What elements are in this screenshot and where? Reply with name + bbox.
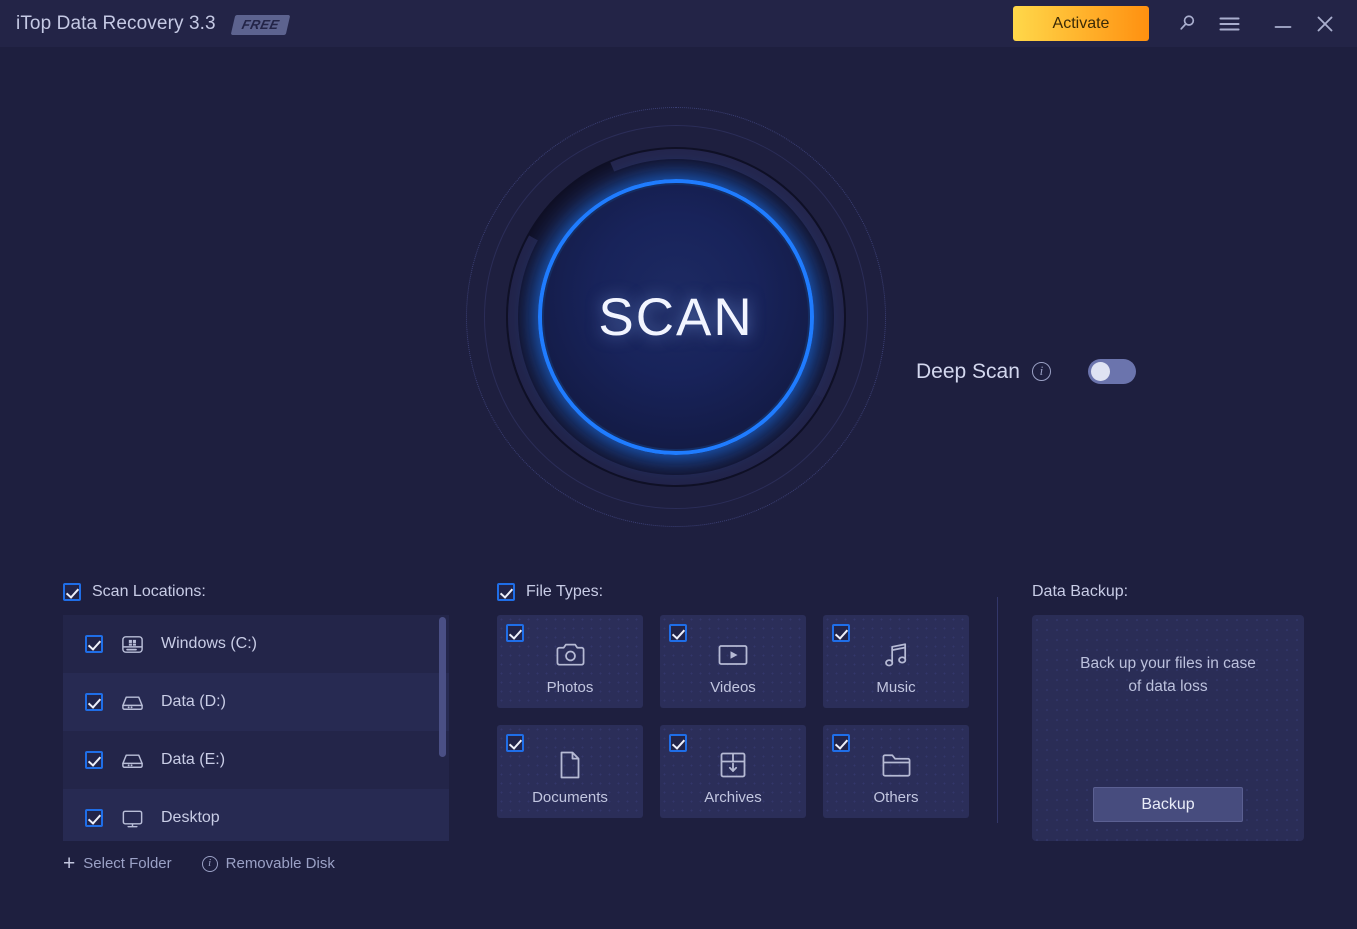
- file-type-checkbox[interactable]: [832, 734, 850, 752]
- app-title: iTop Data Recovery 3.3 FREE: [16, 12, 291, 35]
- info-icon: i: [201, 855, 218, 872]
- file-type-label: Documents: [532, 789, 608, 806]
- list-item[interactable]: Data (D:): [63, 673, 449, 731]
- data-backup-section: Data Backup: Back up your files in case …: [1032, 583, 1304, 841]
- location-checkbox[interactable]: [85, 751, 103, 769]
- scan-button-group: SCAN: [457, 98, 895, 536]
- select-folder-button[interactable]: + Select Folder: [63, 851, 172, 875]
- file-types-header: File Types:: [497, 583, 973, 601]
- backup-button[interactable]: Backup: [1093, 787, 1243, 822]
- location-label: Windows (C:): [161, 635, 258, 652]
- location-checkbox[interactable]: [85, 693, 103, 711]
- file-type-label: Videos: [710, 679, 756, 696]
- info-icon[interactable]: i: [1031, 362, 1051, 381]
- camera-icon: [555, 638, 586, 672]
- file-type-checkbox[interactable]: [506, 624, 524, 642]
- folder-icon: [881, 748, 912, 782]
- title-bar-controls: Activate: [1013, 0, 1357, 47]
- scan-locations-links: + Select Folder i Removable Disk: [63, 851, 449, 875]
- deep-scan-toggle[interactable]: [1087, 359, 1136, 384]
- scan-locations-select-all-checkbox[interactable]: [63, 583, 81, 601]
- deep-scan-control: Deep Scan i: [916, 359, 1136, 384]
- file-type-label: Photos: [546, 679, 594, 696]
- select-folder-label: Select Folder: [83, 855, 172, 872]
- data-backup-header: Data Backup:: [1032, 583, 1304, 601]
- archive-box-icon: [719, 748, 747, 782]
- location-label: Data (E:): [161, 751, 226, 768]
- removable-disk-button[interactable]: i Removable Disk: [201, 855, 335, 872]
- file-type-card-videos[interactable]: Videos: [660, 615, 806, 708]
- file-type-card-photos[interactable]: Photos: [497, 615, 643, 708]
- drive-icon: [119, 689, 145, 715]
- file-type-label: Others: [873, 789, 919, 806]
- file-type-card-archives[interactable]: Archives: [660, 725, 806, 818]
- file-type-checkbox[interactable]: [832, 624, 850, 642]
- scan-locations-list: Windows (C:) Data (D:) Data (E:) Desktop: [63, 615, 449, 841]
- hamburger-menu-icon[interactable]: [1211, 6, 1247, 42]
- free-badge-text: FREE: [240, 16, 282, 32]
- file-type-card-others[interactable]: Others: [823, 725, 969, 818]
- data-backup-panel: Back up your files in case of data loss …: [1032, 615, 1304, 841]
- removable-disk-label: Removable Disk: [225, 855, 335, 872]
- data-backup-description: Back up your files in case of data loss: [1080, 655, 1256, 695]
- list-item[interactable]: Desktop: [63, 789, 449, 841]
- file-types-select-all-checkbox[interactable]: [497, 583, 515, 601]
- file-type-label: Archives: [704, 789, 762, 806]
- location-checkbox[interactable]: [85, 809, 103, 827]
- data-backup-title: Data Backup:: [1032, 583, 1129, 600]
- deep-scan-label: Deep Scan: [916, 359, 1020, 383]
- scan-locations-title: Scan Locations:: [92, 583, 206, 600]
- file-types-grid: Photos Videos Music Documents Archives O…: [497, 615, 973, 818]
- file-type-card-documents[interactable]: Documents: [497, 725, 643, 818]
- bottom-panels: Scan Locations: Windows (C:) Data (D:) D…: [0, 575, 1357, 929]
- scan-button-label: SCAN: [598, 287, 754, 347]
- file-types-title: File Types:: [526, 583, 604, 600]
- close-icon[interactable]: [1307, 6, 1343, 42]
- free-badge: FREE: [230, 14, 291, 35]
- toggle-knob: [1090, 362, 1110, 381]
- plus-icon: +: [63, 851, 76, 875]
- location-checkbox[interactable]: [85, 635, 103, 653]
- scan-locations-section: Scan Locations: Windows (C:) Data (D:) D…: [63, 583, 449, 875]
- list-item[interactable]: Windows (C:): [63, 615, 449, 673]
- app-title-text: iTop Data Recovery 3.3: [16, 12, 216, 34]
- list-item[interactable]: Data (E:): [63, 731, 449, 789]
- app-window: iTop Data Recovery 3.3 FREE Activate SCA…: [0, 0, 1357, 929]
- scrollbar-thumb[interactable]: [439, 617, 446, 757]
- location-label: Data (D:): [161, 693, 226, 710]
- monitor-icon: [119, 805, 145, 831]
- drive-icon: [119, 747, 145, 773]
- title-bar: iTop Data Recovery 3.3 FREE Activate: [0, 0, 1357, 47]
- scan-button[interactable]: SCAN: [544, 185, 808, 449]
- file-type-label: Music: [876, 679, 916, 696]
- windows-drive-icon: [119, 631, 145, 657]
- file-type-checkbox[interactable]: [669, 734, 687, 752]
- section-divider: [997, 597, 998, 823]
- scan-locations-scrollbar[interactable]: [439, 617, 446, 839]
- file-type-checkbox[interactable]: [506, 734, 524, 752]
- scan-area: SCAN Deep Scan i: [0, 47, 1357, 567]
- file-types-section: File Types: Photos Videos Music Document…: [497, 583, 973, 818]
- file-type-card-music[interactable]: Music: [823, 615, 969, 708]
- location-label: Desktop: [161, 809, 220, 826]
- activate-button[interactable]: Activate: [1013, 6, 1149, 41]
- video-play-icon: [717, 638, 749, 672]
- document-icon: [558, 748, 582, 782]
- music-note-icon: [883, 638, 910, 672]
- scan-locations-header: Scan Locations:: [63, 583, 449, 601]
- file-type-checkbox[interactable]: [669, 624, 687, 642]
- search-icon[interactable]: [1169, 6, 1205, 42]
- minimize-icon[interactable]: [1265, 6, 1301, 42]
